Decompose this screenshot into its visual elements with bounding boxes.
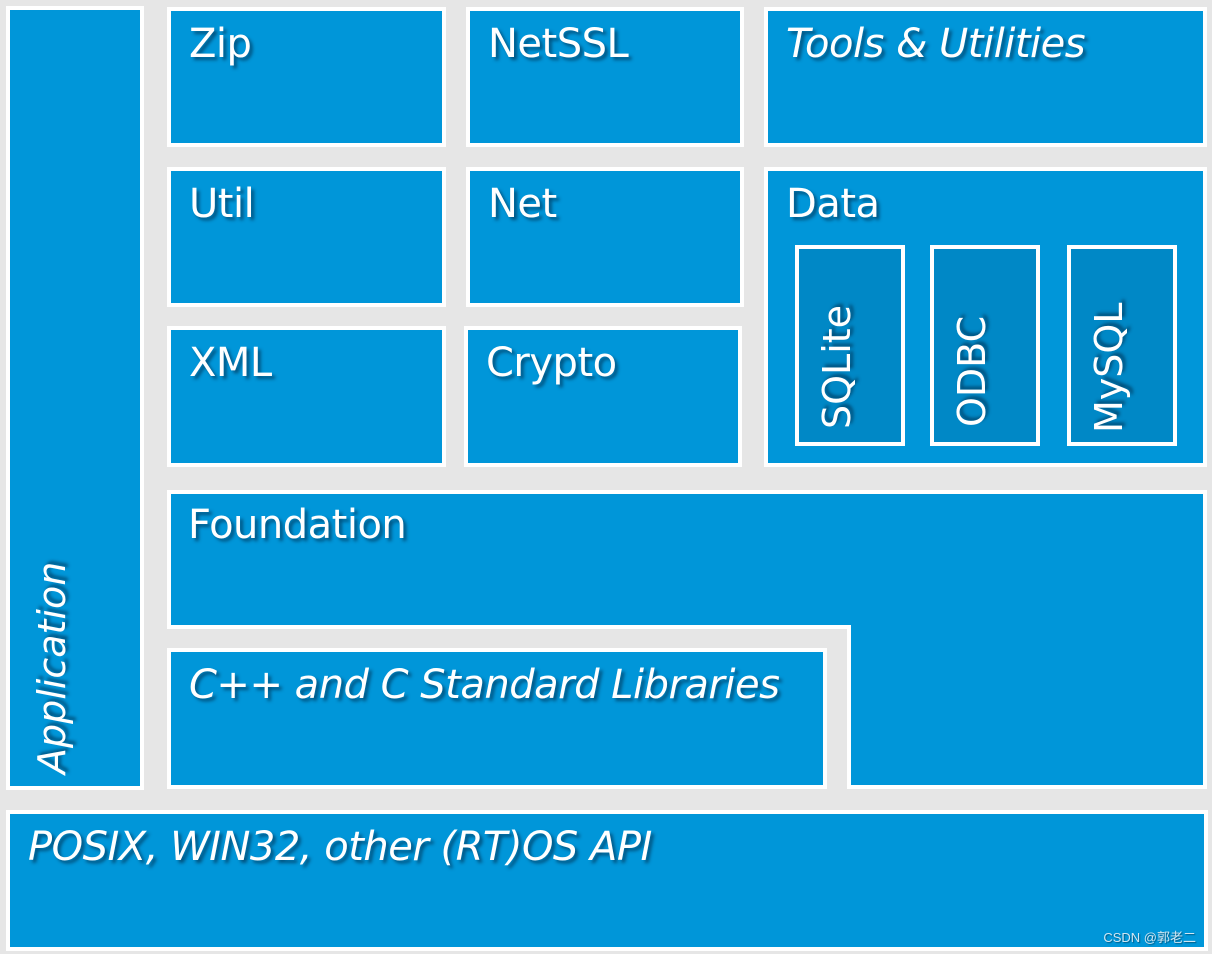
stdlib-block: C++ and C Standard Libraries — [167, 648, 827, 789]
watermark: CSDN @郭老二 — [1103, 930, 1196, 945]
stdlib-label: C++ and C Standard Libraries — [189, 662, 780, 708]
os-api-block: POSIX, WIN32, other (RT)OS API — [6, 810, 1208, 951]
foundation-label: Foundation — [188, 502, 407, 548]
os-api-label: POSIX, WIN32, other (RT)OS API — [28, 824, 652, 870]
